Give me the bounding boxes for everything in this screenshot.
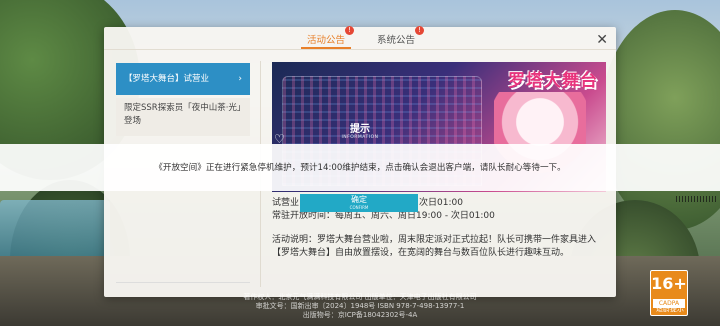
confirm-button[interactable]: 确定 CONFIRM (300, 194, 418, 212)
list-item-label: 限定SSR探索员「夜中山茶·光」登场 (124, 103, 242, 126)
schedule-label: 试营业 (272, 198, 300, 208)
barcode-decoration (676, 196, 716, 202)
age-rating-number: 16+ (651, 274, 687, 293)
tab-underline (301, 47, 352, 49)
notification-badge: ! (345, 26, 355, 35)
banner-title: 罗塔大舞台 (508, 71, 598, 91)
age-rating-label: 适龄提示 (656, 305, 684, 313)
popup-title-text: 提示 (350, 124, 370, 135)
confirm-label: 确定 (351, 195, 367, 204)
tab-activity-notice[interactable]: 活动公告 ! (301, 26, 355, 49)
tab-label: 系统公告 (377, 35, 416, 46)
list-item-label: 【罗塔大舞台】试营业 (124, 74, 210, 84)
publishing-line: 著作权人：北京元气满满科技有限公司 出版单位：天津电子出版社有限公司 (243, 293, 477, 301)
tab-system-notice[interactable]: 系统公告 ! (377, 26, 425, 46)
popup-title-en: INFORMATION (341, 135, 379, 140)
age-rating-badge: 16+ CADPA 适龄提示 (650, 270, 688, 316)
schedule-value: 次日01:00 (419, 198, 463, 208)
publishing-line: 审批文号：国新出审〔2024〕1948号 ISBN 978-7-498-1397… (255, 302, 465, 310)
publishing-info: 著作权人：北京元气满满科技有限公司 出版单位：天津电子出版社有限公司 审批文号：… (170, 293, 550, 320)
list-item[interactable]: 【罗塔大舞台】试营业 › (116, 63, 250, 95)
notification-badge: ! (415, 26, 425, 35)
list-item[interactable]: 限定SSR探索员「夜中山茶·光」登场 (116, 98, 250, 136)
popup-title: 提示 INFORMATION (326, 120, 394, 140)
confirm-label-en: CONFIRM (349, 205, 369, 210)
tab-label: 活动公告 (307, 35, 346, 46)
popup-message: 《开放空间》正在进行紧急停机维护，预计14:00维护结束，点击确认会退出客户端，… (154, 163, 566, 173)
event-description: 活动说明：罗塔大舞台营业啦，周末限定派对正式拉起！队长可携带一件家具进入【罗塔大… (272, 235, 597, 258)
chevron-right-icon: › (238, 74, 242, 84)
close-icon[interactable]: ✕ (596, 33, 608, 47)
publishing-line: 出版物号：京ICP备18042302号-4A (302, 311, 418, 319)
